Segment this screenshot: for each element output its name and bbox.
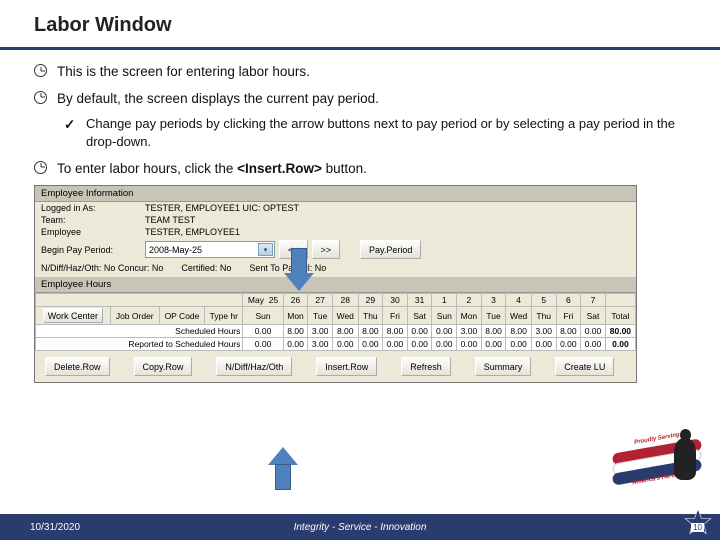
footer-date: 10/31/2020 xyxy=(30,522,80,533)
clock-icon xyxy=(34,161,47,174)
hours-table: May 252627282930311234567 Work Center Jo… xyxy=(35,293,636,351)
bullet-list: This is the screen for entering labor ho… xyxy=(34,62,686,178)
next-period-button[interactable]: >> xyxy=(312,240,341,259)
flags-text: N/Diff/Haz/Oth: No Concur: No xyxy=(41,263,163,273)
team-label: Team: xyxy=(41,215,141,225)
clock-icon xyxy=(34,91,47,104)
bullet-3: To enter labor hours, click the <Insert.… xyxy=(57,159,367,179)
insert-row-button[interactable]: Insert.Row xyxy=(316,357,377,376)
bullet-1: This is the screen for entering labor ho… xyxy=(57,62,310,82)
emp-hours-header: Employee Hours xyxy=(35,277,636,293)
logged-label: Logged in As: xyxy=(41,203,141,213)
clock-icon xyxy=(34,64,47,77)
bullet-2: By default, the screen displays the curr… xyxy=(57,89,379,109)
page-title: Labor Window xyxy=(34,14,686,37)
certified-text: Certified: No xyxy=(181,263,231,273)
employee-label: Employee xyxy=(41,227,141,237)
arrow-down-icon xyxy=(284,248,314,292)
work-center-button[interactable]: Work Center xyxy=(43,308,103,323)
bullet-2-sub: Change pay periods by clicking the arrow… xyxy=(86,115,686,151)
delete-row-button[interactable]: Delete.Row xyxy=(45,357,110,376)
chevron-down-icon[interactable]: ▾ xyxy=(258,243,273,256)
app-screenshot: Employee Information Logged in As: TESTER… xyxy=(34,185,637,383)
title-divider xyxy=(0,47,720,50)
emp-info-header: Employee Information xyxy=(35,186,636,202)
check-icon: ✓ xyxy=(64,115,78,135)
team-value: TEAM TEST xyxy=(145,215,195,225)
footer-motto: Integrity - Service - Innovation xyxy=(294,522,427,533)
serving-heroes-logo: Proudly Serving America's Heroes xyxy=(612,438,702,512)
arrow-up-icon xyxy=(268,447,298,491)
employee-value: TESTER, EMPLOYEE1 xyxy=(145,227,240,237)
logged-value: TESTER, EMPLOYEE1 UIC: OPTEST xyxy=(145,203,299,213)
refresh-button[interactable]: Refresh xyxy=(401,357,451,376)
begin-pp-label: Begin Pay Period: xyxy=(41,245,141,255)
copy-row-button[interactable]: Copy.Row xyxy=(134,357,193,376)
slide-footer: 10/31/2020 Integrity - Service - Innovat… xyxy=(0,514,720,540)
ndiff-button[interactable]: N/Diff/Haz/Oth xyxy=(216,357,292,376)
summary-button[interactable]: Summary xyxy=(475,357,532,376)
pay-period-button[interactable]: Pay.Period xyxy=(360,240,421,259)
page-number: 10 xyxy=(691,523,704,532)
pay-period-dropdown[interactable]: 2008-May-25 ▾ xyxy=(145,241,275,258)
create-lu-button[interactable]: Create LU xyxy=(555,357,614,376)
